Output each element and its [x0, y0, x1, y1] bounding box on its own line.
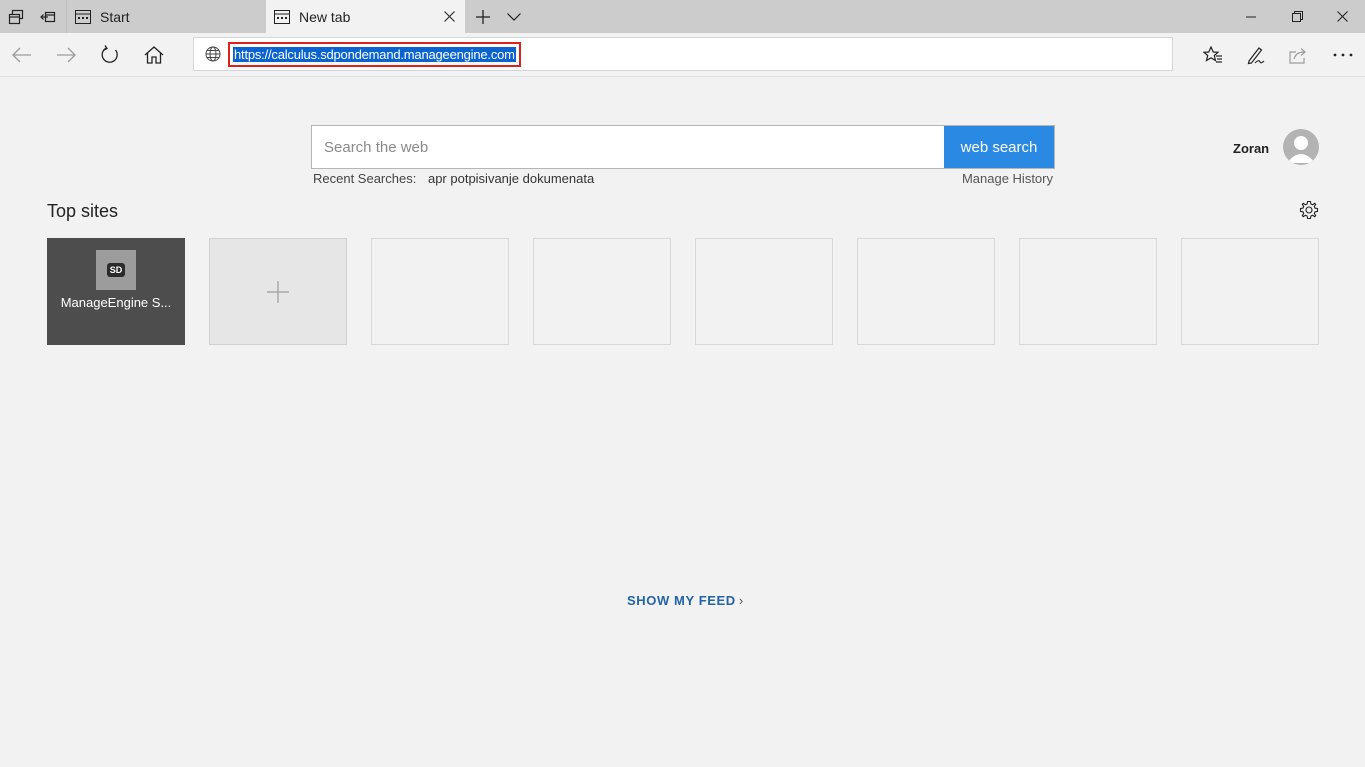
- close-tab-icon[interactable]: [441, 8, 457, 24]
- search-input[interactable]: [312, 126, 944, 168]
- tab-start[interactable]: Start: [66, 0, 266, 33]
- tab-label: Start: [100, 8, 130, 25]
- tab-label: New tab: [299, 8, 351, 25]
- more-button[interactable]: [1323, 37, 1363, 73]
- empty-site-tile: [695, 238, 833, 345]
- web-note-button[interactable]: [1236, 37, 1276, 73]
- page-icon: [75, 9, 91, 24]
- top-site-tile[interactable]: SD ManageEngine S...: [47, 238, 185, 345]
- close-icon: [1336, 11, 1348, 22]
- new-tab-button[interactable]: [466, 0, 500, 33]
- tab-preview-icon[interactable]: [0, 0, 32, 33]
- recent-searches: Recent Searches: apr potpisivanje dokume…: [313, 171, 594, 186]
- home-icon: [144, 46, 164, 64]
- site-label: ManageEngine S...: [60, 295, 172, 310]
- recent-search-item[interactable]: apr potpisivanje dokumenata: [428, 171, 594, 186]
- web-search-box: web search: [311, 125, 1055, 169]
- chevron-down-icon: [507, 12, 521, 21]
- manage-history-link[interactable]: Manage History: [962, 171, 1053, 186]
- tab-new-tab[interactable]: New tab: [266, 0, 465, 33]
- title-bar: Start New tab: [0, 0, 1365, 33]
- forward-button[interactable]: [46, 37, 86, 73]
- refresh-icon: [101, 45, 118, 63]
- chevron-right-icon: ›: [738, 593, 744, 608]
- home-button[interactable]: [134, 37, 174, 73]
- plus-icon: [267, 280, 289, 303]
- refresh-button[interactable]: [90, 37, 130, 73]
- set-tabs-aside-icon[interactable]: [32, 0, 64, 33]
- url-annotation-box: https://calculus.sdpondemand.manageengin…: [228, 42, 521, 67]
- customize-button[interactable]: [1298, 199, 1320, 221]
- restore-icon: [1291, 11, 1303, 22]
- restore-button[interactable]: [1274, 0, 1320, 33]
- more-dots-icon: [1333, 53, 1353, 57]
- gear-icon: [1299, 200, 1319, 220]
- favorites-list-icon: [1203, 46, 1222, 63]
- forward-arrow-icon: [57, 47, 76, 63]
- share-icon: [1289, 48, 1306, 64]
- show-my-feed-link[interactable]: SHOW MY FEED ›: [627, 593, 744, 608]
- site-icon-text: SD: [106, 263, 126, 277]
- empty-site-tile: [1181, 238, 1319, 345]
- empty-site-tile: [857, 238, 995, 345]
- recent-searches-label: Recent Searches:: [313, 171, 417, 186]
- minimize-button[interactable]: [1228, 0, 1274, 33]
- site-icon: SD: [96, 250, 136, 290]
- tab-list-button[interactable]: [497, 0, 531, 33]
- add-site-tile[interactable]: [209, 238, 347, 345]
- profile-name[interactable]: Zoran: [1233, 141, 1269, 156]
- share-button[interactable]: [1279, 37, 1319, 73]
- avatar[interactable]: [1283, 129, 1319, 165]
- pen-icon: [1247, 47, 1265, 65]
- empty-site-tile: [1019, 238, 1157, 345]
- back-arrow-icon: [12, 47, 31, 63]
- back-button[interactable]: [2, 37, 42, 73]
- empty-site-tile: [371, 238, 509, 345]
- page-icon: [274, 9, 290, 24]
- navigation-bar: https://calculus.sdpondemand.manageengin…: [0, 33, 1365, 77]
- globe-icon: [205, 46, 221, 67]
- plus-icon: [476, 9, 490, 24]
- top-sites-title: Top sites: [47, 201, 119, 221]
- empty-site-tile: [533, 238, 671, 345]
- show-my-feed-label: SHOW MY FEED: [627, 593, 736, 608]
- close-window-button[interactable]: [1319, 0, 1365, 33]
- favorites-button[interactable]: [1193, 37, 1233, 73]
- minimize-icon: [1246, 16, 1256, 17]
- address-bar[interactable]: https://calculus.sdpondemand.manageengin…: [193, 37, 1173, 71]
- web-search-button[interactable]: web search: [944, 126, 1054, 168]
- url-text[interactable]: https://calculus.sdpondemand.manageengin…: [233, 47, 516, 62]
- user-avatar-icon: [1287, 136, 1315, 163]
